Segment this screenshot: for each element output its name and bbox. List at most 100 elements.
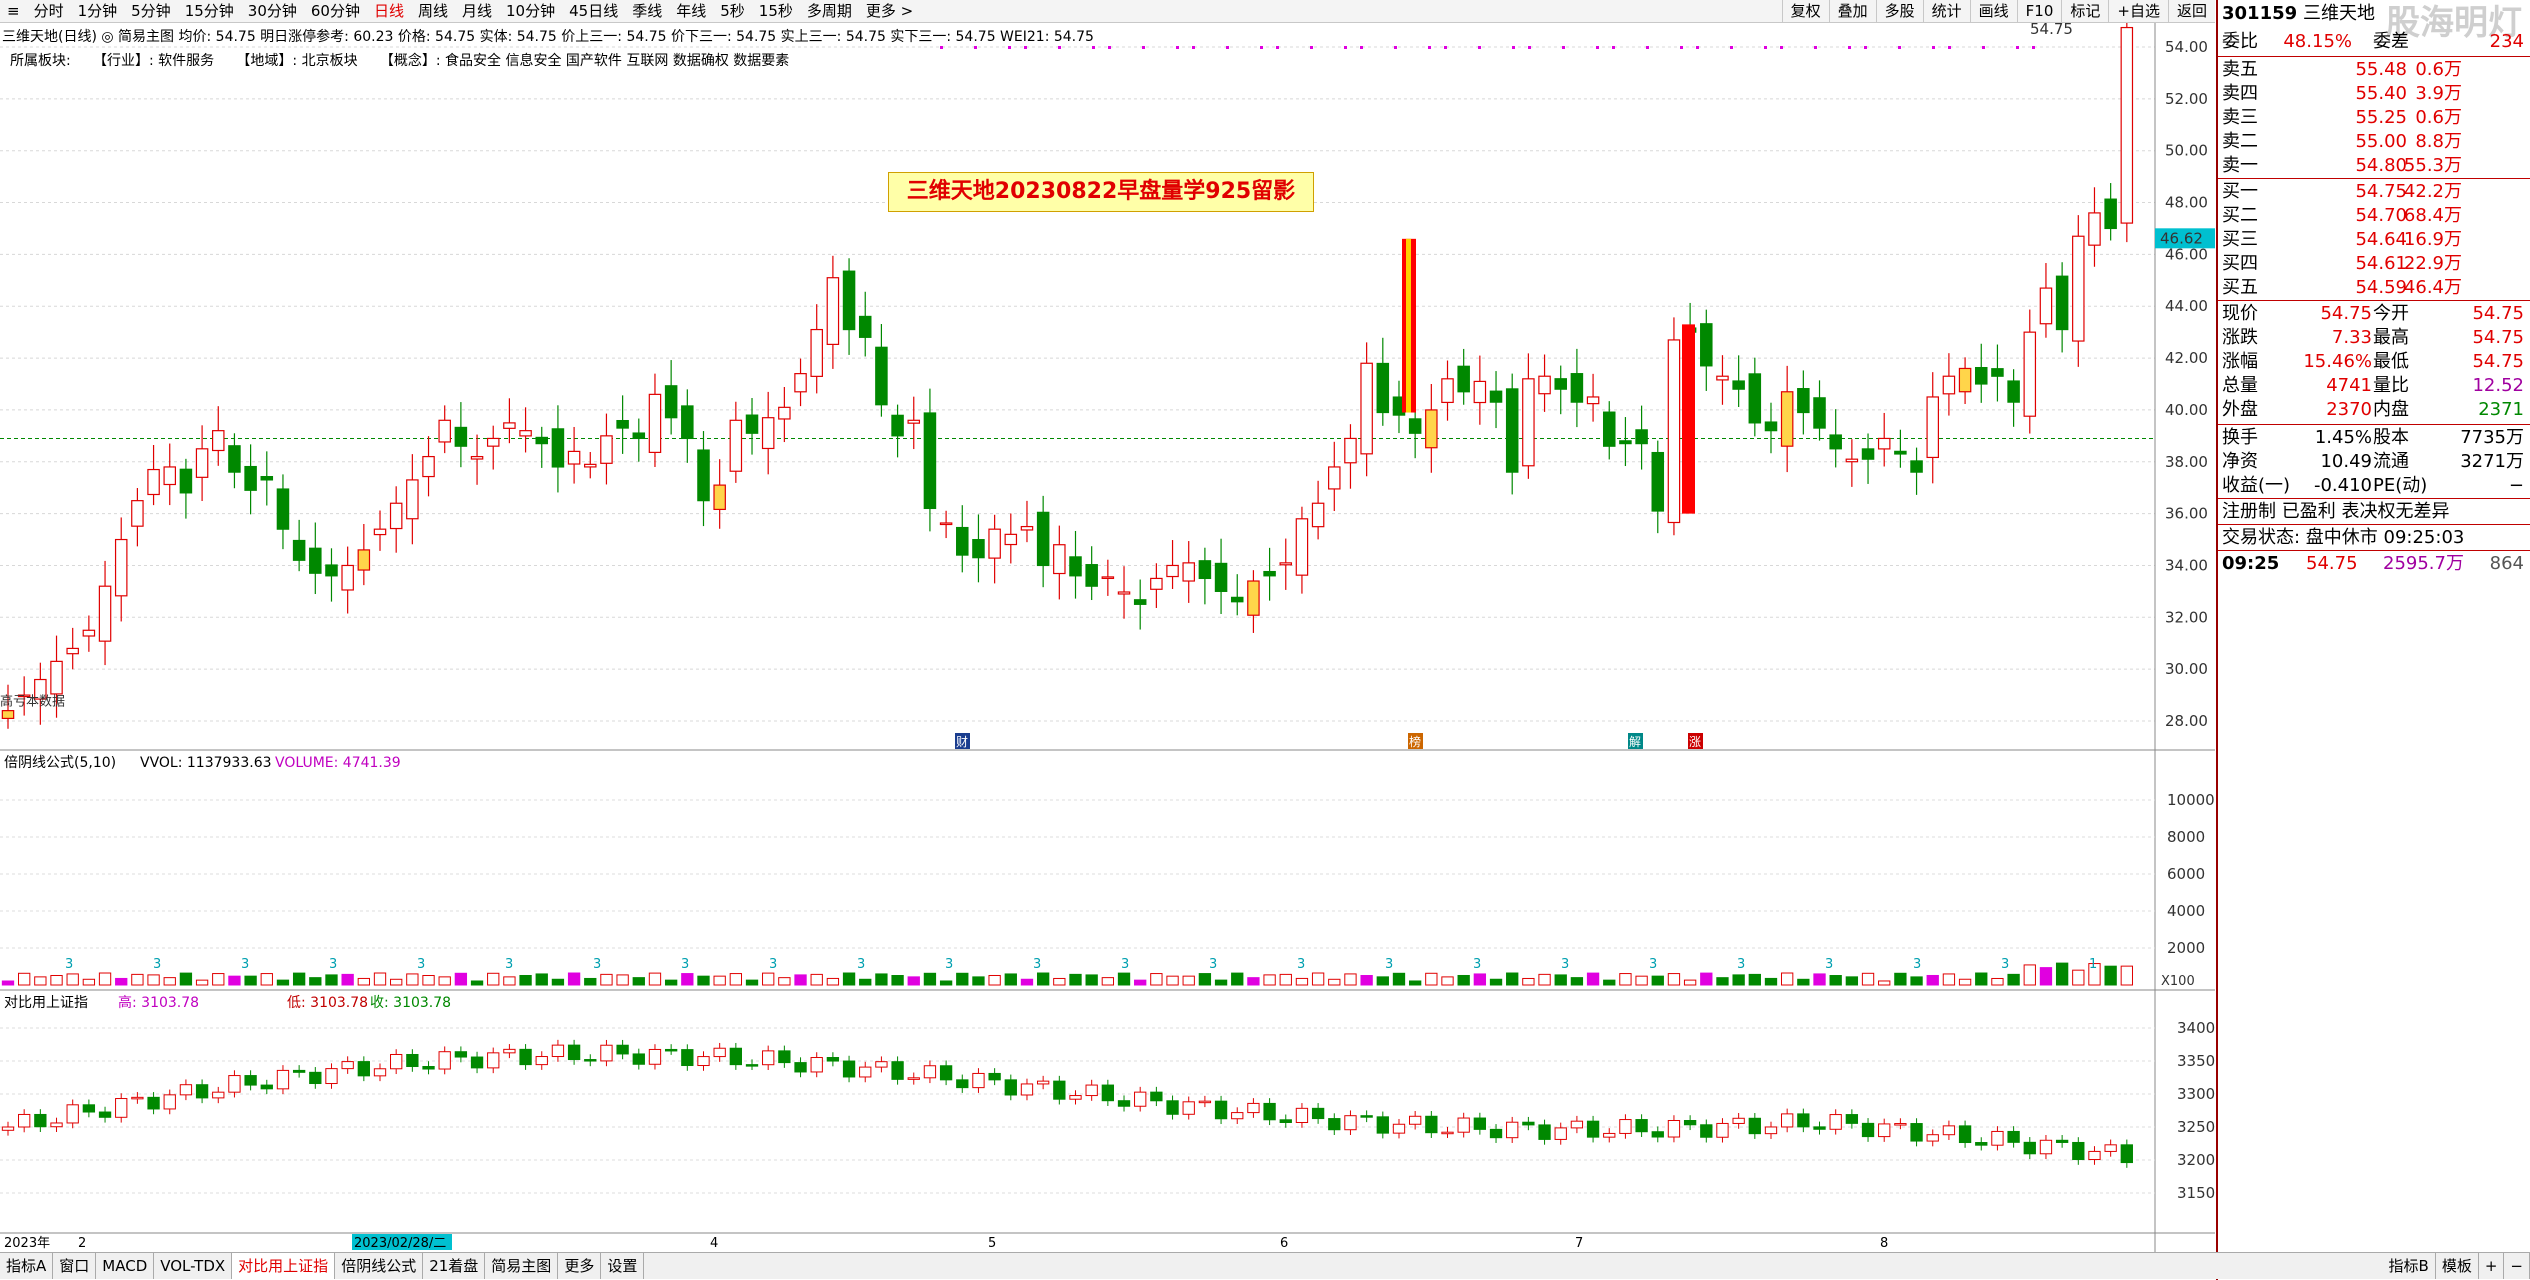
indicator-tab-7[interactable]: 简易主图 — [485, 1253, 559, 1279]
indicator-tab-0[interactable]: 指标A — [0, 1253, 54, 1279]
menu-icon[interactable]: ≡ — [0, 0, 27, 22]
index-body — [1910, 1123, 1923, 1142]
stat-value: 1.45% — [2314, 427, 2372, 448]
bottom-right-button-2[interactable]: + — [2479, 1253, 2505, 1279]
stat-label: PE(动) — [2373, 475, 2428, 496]
buy-price[interactable]: 54.61 — [2355, 252, 2407, 276]
sell-price[interactable]: 54.80 — [2355, 154, 2407, 178]
period-tab-13[interactable]: 5秒 — [713, 0, 752, 22]
sell-price[interactable]: 55.00 — [2355, 130, 2407, 154]
sell-volume: 0.6万 — [2415, 107, 2462, 128]
volume-bar — [260, 973, 273, 986]
indicator-tab-9[interactable]: 设置 — [601, 1253, 645, 1279]
indicator-tab-1[interactable]: 窗口 — [53, 1253, 97, 1279]
volume-bar — [1603, 979, 1616, 986]
sell-price[interactable]: 55.40 — [2355, 82, 2407, 106]
volume-bar — [826, 977, 840, 986]
period-tab-16[interactable]: 更多 > — [859, 0, 920, 22]
indicator-tab-5[interactable]: 倍阴线公式 — [335, 1253, 424, 1279]
volume-bar — [778, 977, 791, 986]
volume-bar — [939, 980, 953, 986]
volume-bar — [373, 972, 387, 986]
tool-button-7[interactable]: +自选 — [2108, 0, 2168, 22]
signal-dot — [1814, 46, 1817, 49]
index-body — [406, 1053, 419, 1068]
tool-button-3[interactable]: 统计 — [1922, 0, 1970, 22]
tick-amount: 2595.7万 — [2383, 553, 2464, 574]
tool-button-8[interactable]: 返回 — [2167, 0, 2215, 22]
quote-row: 现价 54.75 今开 54.75 — [2218, 302, 2530, 326]
quote-panel: 301159 三维天地 股海明灯 委比 48.15% 委差 234 卖五 55.48 0.6万 卖四… — [2216, 0, 2530, 1280]
price-tick: 40.00 — [2165, 401, 2208, 419]
sell-price[interactable]: 55.48 — [2355, 58, 2407, 82]
sector-region[interactable]: 【地域】: 北京板块 — [236, 53, 357, 69]
indicator-tab-8[interactable]: 更多 — [558, 1253, 602, 1279]
indicator-tab-4[interactable]: 对比用上证指 — [232, 1253, 336, 1279]
vvol-label: VVOL: 1137933.63 — [140, 755, 272, 771]
candle-body — [1635, 429, 1648, 445]
candle-body — [1053, 544, 1066, 575]
period-tab-9[interactable]: 10分钟 — [499, 0, 562, 22]
candle-body — [1489, 390, 1503, 403]
period-tab-1[interactable]: 1分钟 — [71, 0, 125, 22]
period-tab-5[interactable]: 60分钟 — [304, 0, 367, 22]
tool-button-4[interactable]: 画线 — [1969, 0, 2017, 22]
period-tab-2[interactable]: 5分钟 — [124, 0, 178, 22]
volume-bar — [1344, 973, 1357, 986]
volume-mark: 3 — [2001, 957, 2009, 972]
sector-concept[interactable]: 【概念】: 食品安全 信息安全 国产软件 互联网 数据确权 数据要素 — [380, 53, 789, 69]
annotation-banner: 三维天地20230822早盘量学925留影 — [888, 172, 1314, 212]
volume-mark: 3 — [1033, 957, 1041, 972]
period-tab-3[interactable]: 15分钟 — [178, 0, 241, 22]
indicator-tab-2[interactable]: MACD — [96, 1253, 155, 1279]
period-tab-14[interactable]: 15秒 — [752, 0, 800, 22]
price-tick: 38.00 — [2165, 453, 2208, 471]
index-body — [1861, 1122, 1875, 1138]
volume-mark: 3 — [1385, 957, 1393, 972]
price-tick: 44.00 — [2165, 297, 2208, 315]
indicator-tab-6[interactable]: 21着盘 — [423, 1253, 486, 1279]
volume-bar — [487, 972, 500, 986]
signal-dot — [1444, 46, 1447, 49]
buy-price[interactable]: 54.64 — [2355, 228, 2407, 252]
trade-status: 交易状态: 盘中休市 09:25:03 — [2222, 527, 2465, 548]
candle-body — [1425, 409, 1438, 449]
signal-dot — [1092, 46, 1095, 49]
volume-bar — [341, 973, 354, 986]
period-tab-15[interactable]: 多周期 — [800, 0, 859, 22]
volume-bar — [1198, 973, 1212, 986]
volume-bar — [1392, 972, 1406, 986]
bottom-right-button-3[interactable]: − — [2504, 1253, 2530, 1279]
candle-body — [1942, 375, 1956, 395]
period-tab-8[interactable]: 月线 — [455, 0, 499, 22]
candle-body — [1991, 368, 2004, 377]
tool-button-1[interactable]: 叠加 — [1828, 0, 1876, 22]
buy-price[interactable]: 54.70 — [2355, 204, 2407, 228]
volume-bar — [956, 972, 969, 986]
tool-button-5[interactable]: F10 — [2016, 0, 2062, 22]
quote-row: 收益(一) -0.410 PE(动) − — [2218, 474, 2530, 498]
tool-button-0[interactable]: 复权 — [1781, 0, 1829, 22]
buy-price[interactable]: 54.59 — [2355, 276, 2407, 300]
period-tab-6[interactable]: 日线 — [367, 0, 411, 22]
period-tab-4[interactable]: 30分钟 — [241, 0, 304, 22]
volume-mark: 3 — [1561, 957, 1569, 972]
indicator-tab-3[interactable]: VOL-TDX — [154, 1253, 233, 1279]
volume-bar — [664, 979, 678, 986]
candle-body — [1295, 518, 1309, 576]
sell-price[interactable]: 55.25 — [2355, 106, 2407, 130]
bottom-right-button-1[interactable]: 模板 — [2436, 1253, 2479, 1279]
period-tab-7[interactable]: 周线 — [411, 0, 455, 22]
period-tab-0[interactable]: 分时 — [27, 0, 71, 22]
bottom-right-button-0[interactable]: 指标B — [2383, 1253, 2436, 1279]
period-tab-11[interactable]: 季线 — [625, 0, 669, 22]
index-body — [1700, 1124, 1713, 1138]
tool-button-2[interactable]: 多股 — [1875, 0, 1923, 22]
tool-button-6[interactable]: 标记 — [2061, 0, 2108, 22]
index-body — [18, 1113, 31, 1128]
candle-body — [616, 419, 629, 429]
period-tab-10[interactable]: 45日线 — [562, 0, 625, 22]
buy-price[interactable]: 54.75 — [2355, 180, 2407, 204]
period-tab-12[interactable]: 年线 — [669, 0, 713, 22]
sector-industry[interactable]: 【行业】: 软件服务 — [93, 53, 214, 69]
